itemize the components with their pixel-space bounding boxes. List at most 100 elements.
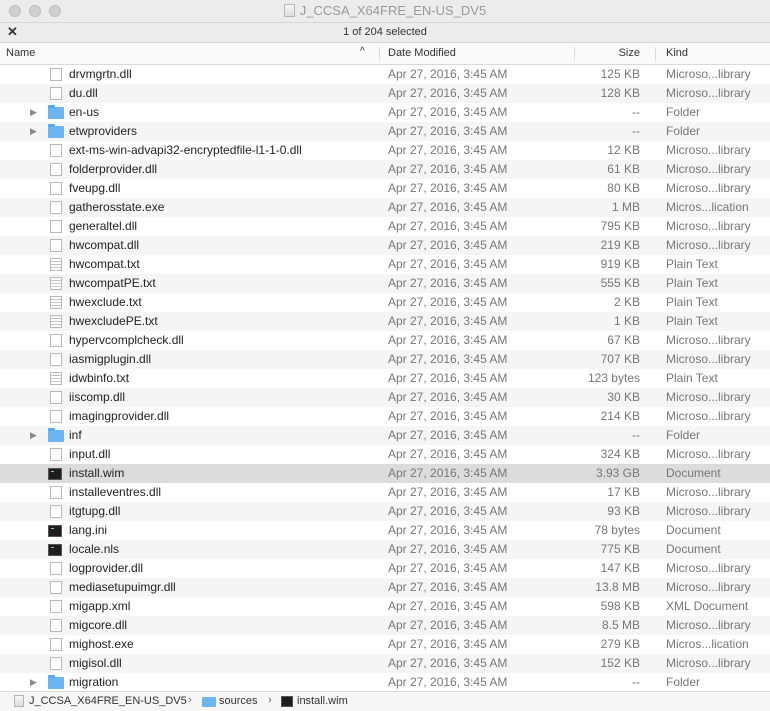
file-size: 17 KB [607, 485, 640, 499]
path-item-file[interactable]: install.wim [297, 695, 348, 707]
file-row[interactable]: imagingprovider.dll Apr 27, 2016, 3:45 AM… [0, 407, 770, 426]
file-row[interactable]: iiscomp.dll Apr 27, 2016, 3:45 AM 30 KB Mic… [0, 388, 770, 407]
file-size: -- [632, 124, 640, 138]
column-divider[interactable] [574, 47, 575, 61]
file-row[interactable]: locale.nls Apr 27, 2016, 3:45 AM 775 KB Doc… [0, 540, 770, 559]
file-row[interactable]: input.dll Apr 27, 2016, 3:45 AM 324 KB Micr… [0, 445, 770, 464]
file-icon [50, 144, 62, 157]
file-date-modified: Apr 27, 2016, 3:45 AM [388, 447, 508, 461]
file-date-modified: Apr 27, 2016, 3:45 AM [388, 238, 508, 252]
file-row[interactable]: mediasetupuimgr.dll Apr 27, 2016, 3:45 AM… [0, 578, 770, 597]
file-icon [50, 619, 62, 632]
file-size: 598 KB [600, 599, 640, 613]
disclosure-triangle-icon[interactable]: ▶ [30, 103, 37, 122]
file-row[interactable]: iasmigplugin.dll Apr 27, 2016, 3:45 AM 707… [0, 350, 770, 369]
file-list[interactable]: drvmgrtn.dll Apr 27, 2016, 3:45 AM 125 KB M… [0, 65, 770, 691]
file-name: logprovider.dll [69, 561, 144, 575]
file-row[interactable]: ext-ms-win-advapi32-encryptedfile-l1-1-0… [0, 141, 770, 160]
file-kind: Microso...library [666, 86, 751, 100]
path-bar: J_CCSA_X64FRE_EN-US_DV5 › sources › inst… [0, 691, 770, 711]
text-file-icon [50, 315, 62, 328]
file-size: 78 bytes [594, 523, 640, 537]
file-name: iiscomp.dll [69, 390, 126, 404]
file-date-modified: Apr 27, 2016, 3:45 AM [388, 561, 508, 575]
file-row[interactable]: ▶ migration Apr 27, 2016, 3:45 AM -- Folder [0, 673, 770, 691]
disk-image-icon [283, 4, 295, 17]
text-file-icon [50, 372, 62, 385]
file-kind: Plain Text [666, 276, 718, 290]
file-row[interactable]: du.dll Apr 27, 2016, 3:45 AM 128 KB Microso… [0, 84, 770, 103]
file-kind: Microso...library [666, 504, 751, 518]
column-name-header[interactable]: Name [6, 47, 35, 59]
file-size: -- [632, 428, 640, 442]
file-row[interactable]: drvmgrtn.dll Apr 27, 2016, 3:45 AM 125 KB M… [0, 65, 770, 84]
sort-ascending-icon[interactable]: ^ [360, 46, 365, 57]
file-row[interactable]: migapp.xml Apr 27, 2016, 3:45 AM 598 KB XML… [0, 597, 770, 616]
file-date-modified: Apr 27, 2016, 3:45 AM [388, 86, 508, 100]
file-icon [50, 638, 62, 651]
file-size: 67 KB [607, 333, 640, 347]
file-row[interactable]: migisol.dll Apr 27, 2016, 3:45 AM 152 KB Mi… [0, 654, 770, 673]
column-divider[interactable] [655, 47, 656, 61]
file-row[interactable]: lang.ini Apr 27, 2016, 3:45 AM 78 bytes Doc… [0, 521, 770, 540]
folder-icon [48, 675, 64, 689]
file-row[interactable]: mighost.exe Apr 27, 2016, 3:45 AM 279 KB Mi… [0, 635, 770, 654]
file-row[interactable]: hwexclude.txt Apr 27, 2016, 3:45 AM 2 KB Pl… [0, 293, 770, 312]
file-kind: Plain Text [666, 371, 718, 385]
file-size: 8.5 MB [601, 618, 640, 632]
column-size-header[interactable]: Size [619, 47, 640, 59]
file-kind: Microso...library [666, 447, 751, 461]
file-row[interactable]: folderprovider.dll Apr 27, 2016, 3:45 AM 6… [0, 160, 770, 179]
column-kind-header[interactable]: Kind [666, 47, 688, 59]
file-row[interactable]: migcore.dll Apr 27, 2016, 3:45 AM 8.5 MB Mi… [0, 616, 770, 635]
path-item-volume[interactable]: J_CCSA_X64FRE_EN-US_DV5 [29, 695, 187, 707]
column-divider[interactable] [379, 47, 380, 61]
file-date-modified: Apr 27, 2016, 3:45 AM [388, 542, 508, 556]
file-name: hwexcludePE.txt [69, 314, 158, 328]
file-name: hwexclude.txt [69, 295, 142, 309]
column-date-header[interactable]: Date Modified [388, 47, 456, 59]
file-icon [50, 600, 62, 613]
file-name: locale.nls [69, 542, 120, 556]
file-date-modified: Apr 27, 2016, 3:45 AM [388, 295, 508, 309]
file-row[interactable]: ▶ en-us Apr 27, 2016, 3:45 AM -- Folder [0, 103, 770, 122]
file-row[interactable]: ▶ etwproviders Apr 27, 2016, 3:45 AM -- Fold… [0, 122, 770, 141]
file-size: 123 bytes [587, 371, 640, 385]
file-row[interactable]: logprovider.dll Apr 27, 2016, 3:45 AM 147 … [0, 559, 770, 578]
file-row[interactable]: ▶ inf Apr 27, 2016, 3:45 AM -- Folder [0, 426, 770, 445]
file-icon [50, 657, 62, 670]
file-kind: Document [666, 523, 721, 537]
file-row[interactable]: hypervcomplcheck.dll Apr 27, 2016, 3:45 A… [0, 331, 770, 350]
file-row[interactable]: generaltel.dll Apr 27, 2016, 3:45 AM 795 K… [0, 217, 770, 236]
file-kind: Plain Text [666, 295, 718, 309]
file-row[interactable]: hwcompat.dll Apr 27, 2016, 3:45 AM 219 KB M… [0, 236, 770, 255]
file-row[interactable]: install.wim Apr 27, 2016, 3:45 AM 3.93 GB D… [0, 464, 770, 483]
file-date-modified: Apr 27, 2016, 3:45 AM [388, 675, 508, 689]
file-row[interactable]: itgtupg.dll Apr 27, 2016, 3:45 AM 93 KB Mic… [0, 502, 770, 521]
disclosure-triangle-icon[interactable]: ▶ [30, 673, 37, 691]
file-row[interactable]: installeventres.dll Apr 27, 2016, 3:45 AM… [0, 483, 770, 502]
file-name: install.wim [69, 466, 125, 480]
file-row[interactable]: hwexcludePE.txt Apr 27, 2016, 3:45 AM 1 KB… [0, 312, 770, 331]
file-size: 13.8 MB [595, 580, 640, 594]
file-icon [50, 353, 62, 366]
file-row[interactable]: idwbinfo.txt Apr 27, 2016, 3:45 AM 123 byt… [0, 369, 770, 388]
disclosure-triangle-icon[interactable]: ▶ [30, 122, 37, 141]
file-row[interactable]: fveupg.dll Apr 27, 2016, 3:45 AM 80 KB Micr… [0, 179, 770, 198]
window-title: J_CCSA_X64FRE_EN-US_DV5 [299, 3, 487, 18]
file-row[interactable]: hwcompatPE.txt Apr 27, 2016, 3:45 AM 555 K… [0, 274, 770, 293]
file-name: lang.ini [69, 523, 108, 537]
document-icon [48, 468, 62, 480]
disk-image-icon [14, 695, 24, 707]
file-icon [50, 87, 62, 100]
file-name: hwcompat.dll [69, 238, 140, 252]
path-item-sources[interactable]: sources [219, 695, 258, 707]
file-row[interactable]: gatherosstate.exe Apr 27, 2016, 3:45 AM 1 … [0, 198, 770, 217]
file-name: itgtupg.dll [69, 504, 121, 518]
file-date-modified: Apr 27, 2016, 3:45 AM [388, 162, 508, 176]
file-row[interactable]: hwcompat.txt Apr 27, 2016, 3:45 AM 919 KB P… [0, 255, 770, 274]
file-name: generaltel.dll [69, 219, 138, 233]
disclosure-triangle-icon[interactable]: ▶ [30, 426, 37, 445]
file-kind: Micros...lication [666, 200, 749, 214]
file-name: installeventres.dll [69, 485, 162, 499]
